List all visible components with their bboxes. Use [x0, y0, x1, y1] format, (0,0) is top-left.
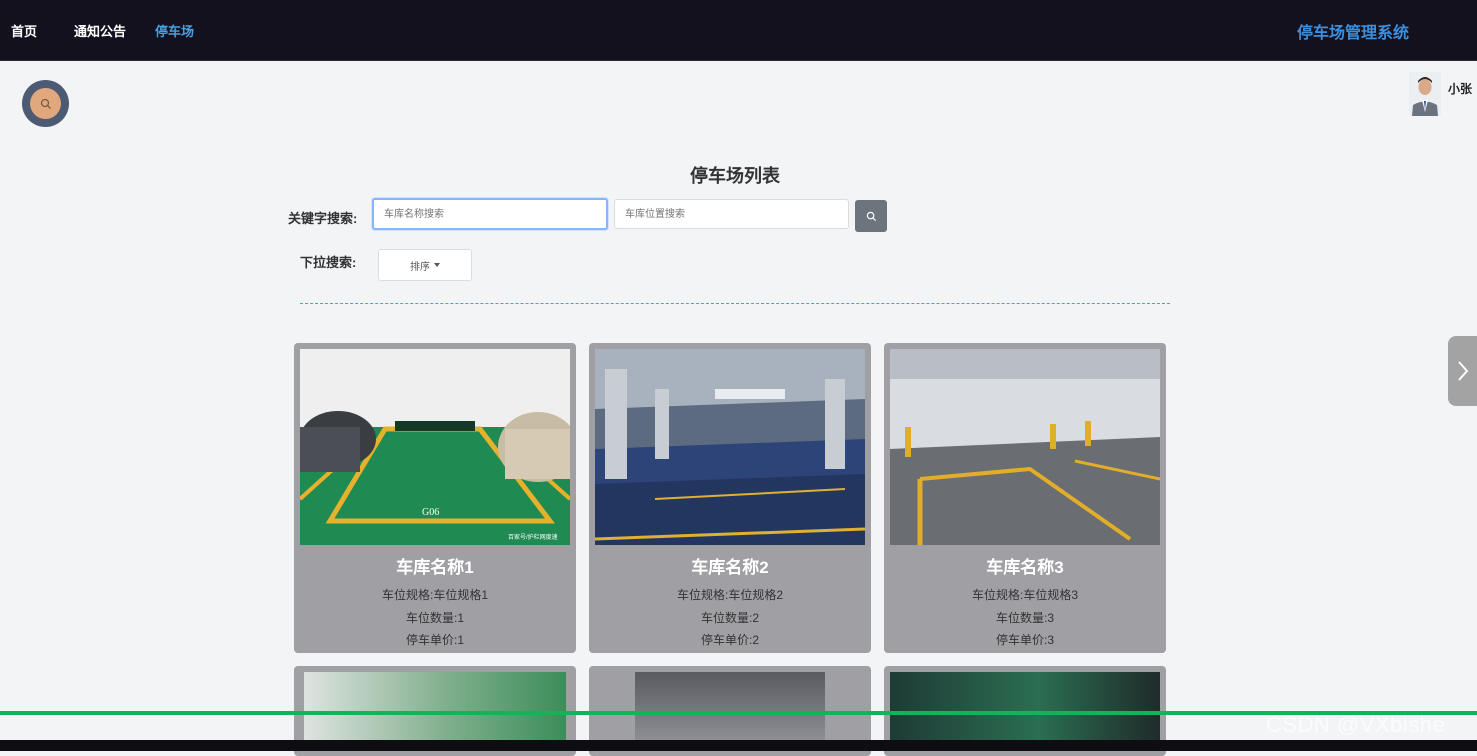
next-arrow-button[interactable] — [1448, 336, 1477, 406]
floating-search-button[interactable] — [22, 80, 69, 127]
parking-image — [595, 349, 865, 545]
divider — [300, 303, 1170, 304]
name-search-input[interactable] — [372, 198, 608, 230]
card-name: 车库名称2 — [691, 558, 769, 577]
bottom-bar — [0, 740, 1477, 751]
image-caption: 百家号/护栏网度速 — [508, 533, 558, 541]
nav-item-home[interactable]: 首页 — [11, 21, 37, 40]
keyword-search-label: 关键字搜索: — [288, 211, 358, 226]
card-name: 车库名称1 — [396, 558, 474, 577]
parking-card[interactable]: 车库名称3 车位规格:车位规格3 车位数量:3 停车单价:3 — [884, 343, 1166, 653]
chevron-right-icon — [1458, 361, 1469, 381]
top-nav: 首页 通知公告 停车场 停车场管理系统 — [0, 0, 1477, 61]
card-count: 车位数量:2 — [700, 610, 759, 625]
parking-image — [635, 672, 825, 742]
card-name: 车库名称3 — [986, 558, 1064, 577]
card-spec: 车位规格:车位规格2 — [676, 588, 783, 602]
card-price: 停车单价:3 — [995, 633, 1054, 647]
caret-down-icon — [434, 263, 440, 267]
parking-image — [890, 349, 1160, 545]
card-price: 停车单价:1 — [405, 633, 464, 647]
search-icon — [866, 211, 876, 221]
card-price: 停车单价:2 — [700, 633, 759, 647]
sort-label: 排序 — [410, 261, 430, 273]
sort-dropdown[interactable]: 排序 — [378, 249, 472, 281]
watermark: CSDN @VXbishe — [1266, 712, 1446, 737]
card-spec: 车位规格:车位规格1 — [381, 588, 488, 602]
dropdown-search-label: 下拉搜索: — [300, 255, 357, 270]
page-title: 停车场列表 — [690, 166, 780, 186]
svg-text:G06: G06 — [422, 507, 439, 518]
brand-title: 停车场管理系统 — [1296, 25, 1409, 42]
parking-image — [890, 672, 1160, 742]
location-search-input[interactable] — [614, 199, 849, 229]
avatar[interactable] — [1409, 72, 1441, 116]
nav-item-notices[interactable]: 通知公告 — [74, 21, 126, 40]
parking-image — [304, 672, 566, 742]
nav-item-parking[interactable]: 停车场 — [155, 21, 194, 40]
parking-card[interactable]: 车库名称2 车位规格:车位规格2 车位数量:2 停车单价:2 — [589, 343, 871, 653]
search-button[interactable] — [855, 200, 887, 232]
card-spec: 车位规格:车位规格3 — [971, 588, 1078, 602]
card-count: 车位数量:3 — [995, 610, 1054, 625]
search-icon — [40, 98, 51, 109]
video-progress-bar[interactable] — [0, 711, 1477, 715]
parking-card[interactable]: G06 百家号/护栏网度速 车库名称1 车位规格:车位规格1 车位数量:1 停车… — [294, 343, 576, 653]
parking-image: G06 百家号/护栏网度速 — [300, 349, 570, 545]
card-count: 车位数量:1 — [405, 610, 464, 625]
user-name[interactable]: 小张 — [1448, 80, 1472, 97]
